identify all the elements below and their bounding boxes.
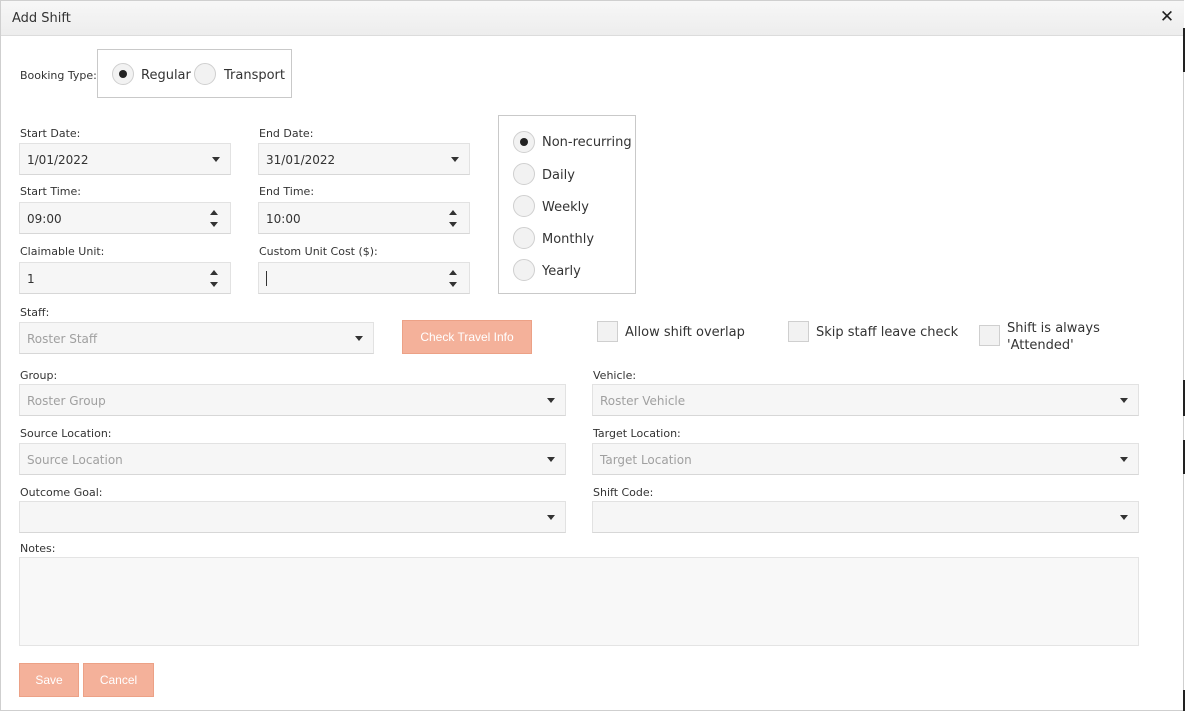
spin-down-icon[interactable]: [210, 222, 218, 227]
staff-dropdown[interactable]: Roster Staff: [19, 322, 374, 354]
recurrence-daily-radio[interactable]: [513, 163, 535, 185]
group-label: Group:: [20, 369, 58, 382]
spin-down-icon[interactable]: [449, 222, 457, 227]
chevron-down-icon[interactable]: [547, 515, 555, 520]
target-location-label: Target Location:: [593, 427, 681, 440]
source-location-dropdown[interactable]: Source Location: [19, 443, 566, 475]
start-time-value: 09:00: [27, 212, 62, 226]
group-dropdown[interactable]: Roster Group: [19, 384, 566, 416]
chevron-down-icon[interactable]: [1120, 398, 1128, 403]
chevron-down-icon[interactable]: [547, 457, 555, 462]
recurrence-group: Non-recurring Daily Weekly Monthly Yearl…: [498, 115, 636, 294]
notes-label: Notes:: [20, 542, 56, 555]
recurrence-yearly-label: Yearly: [542, 264, 581, 279]
close-icon[interactable]: ✕: [1159, 8, 1175, 26]
recurrence-daily-label: Daily: [542, 168, 575, 183]
custom-unit-cost-input[interactable]: [258, 262, 470, 294]
chevron-down-icon[interactable]: [355, 336, 363, 341]
chevron-down-icon[interactable]: [1120, 457, 1128, 462]
start-time-label: Start Time:: [20, 185, 81, 198]
skip-leave-label: Skip staff leave check: [816, 325, 959, 340]
spin-up-icon[interactable]: [210, 270, 218, 275]
group-placeholder: Roster Group: [27, 394, 106, 408]
booking-type-group: Regular Transport: [97, 49, 292, 98]
spin-up-icon[interactable]: [449, 210, 457, 215]
end-time-input[interactable]: 10:00: [258, 202, 470, 234]
end-time-label: End Time:: [259, 185, 315, 198]
shift-code-dropdown[interactable]: [592, 501, 1139, 533]
cancel-button[interactable]: Cancel: [83, 663, 154, 697]
booking-regular-radio[interactable]: [112, 63, 134, 85]
spin-up-icon[interactable]: [210, 210, 218, 215]
booking-regular-label: Regular: [141, 68, 191, 83]
target-location-dropdown[interactable]: Target Location: [592, 443, 1139, 475]
end-date-label: End Date:: [259, 127, 314, 140]
booking-transport-radio[interactable]: [194, 63, 216, 85]
start-date-value: 1/01/2022: [27, 153, 89, 167]
always-attended-label-line1: Shift is always: [1007, 321, 1100, 336]
vehicle-dropdown[interactable]: Roster Vehicle: [592, 384, 1139, 416]
check-travel-info-button[interactable]: Check Travel Info: [402, 320, 532, 354]
shift-code-label: Shift Code:: [593, 486, 654, 499]
save-button[interactable]: Save: [19, 663, 79, 697]
skip-leave-checkbox[interactable]: [788, 321, 809, 342]
notes-textarea[interactable]: [19, 557, 1139, 646]
chevron-down-icon[interactable]: [451, 157, 459, 162]
vehicle-label: Vehicle:: [593, 369, 637, 382]
custom-unit-cost-label: Custom Unit Cost ($):: [259, 245, 378, 258]
outcome-goal-dropdown[interactable]: [19, 501, 566, 533]
recurrence-monthly-radio[interactable]: [513, 227, 535, 249]
booking-transport-label: Transport: [224, 68, 286, 83]
recurrence-monthly-label: Monthly: [542, 232, 595, 247]
source-location-label: Source Location:: [20, 427, 112, 440]
spin-up-icon[interactable]: [449, 270, 457, 275]
text-cursor: [266, 271, 267, 286]
allow-overlap-checkbox[interactable]: [597, 321, 618, 342]
claimable-unit-input[interactable]: 1: [19, 262, 231, 294]
vehicle-placeholder: Roster Vehicle: [600, 394, 686, 408]
end-date-picker[interactable]: 31/01/2022: [258, 143, 470, 175]
recurrence-non-recurring-label: Non-recurring: [542, 135, 632, 150]
staff-placeholder: Roster Staff: [27, 332, 98, 346]
start-date-label: Start Date:: [20, 127, 81, 140]
add-shift-dialog: Add Shift ✕ Booking Type: Regular Transp…: [0, 0, 1184, 711]
outcome-goal-label: Outcome Goal:: [20, 486, 103, 499]
target-location-placeholder: Target Location: [600, 453, 692, 467]
spin-down-icon[interactable]: [449, 282, 457, 287]
chevron-down-icon[interactable]: [1120, 515, 1128, 520]
end-time-value: 10:00: [266, 212, 301, 226]
recurrence-weekly-radio[interactable]: [513, 195, 535, 217]
dialog-title: Add Shift: [12, 11, 71, 26]
chevron-down-icon[interactable]: [212, 157, 220, 162]
dialog-titlebar: Add Shift ✕: [1, 1, 1184, 36]
claimable-unit-value: 1: [27, 272, 35, 286]
always-attended-label-line2: 'Attended': [1007, 338, 1074, 353]
recurrence-weekly-label: Weekly: [542, 200, 589, 215]
booking-type-label: Booking Type:: [20, 69, 97, 82]
spin-down-icon[interactable]: [210, 282, 218, 287]
recurrence-yearly-radio[interactable]: [513, 259, 535, 281]
allow-overlap-label: Allow shift overlap: [625, 325, 745, 340]
chevron-down-icon[interactable]: [547, 398, 555, 403]
staff-label: Staff:: [20, 306, 50, 319]
always-attended-checkbox[interactable]: [979, 325, 1000, 346]
start-time-input[interactable]: 09:00: [19, 202, 231, 234]
start-date-picker[interactable]: 1/01/2022: [19, 143, 231, 175]
claimable-unit-label: Claimable Unit:: [20, 245, 105, 258]
end-date-value: 31/01/2022: [266, 153, 336, 167]
recurrence-non-recurring-radio[interactable]: [513, 131, 535, 153]
source-location-placeholder: Source Location: [27, 453, 123, 467]
